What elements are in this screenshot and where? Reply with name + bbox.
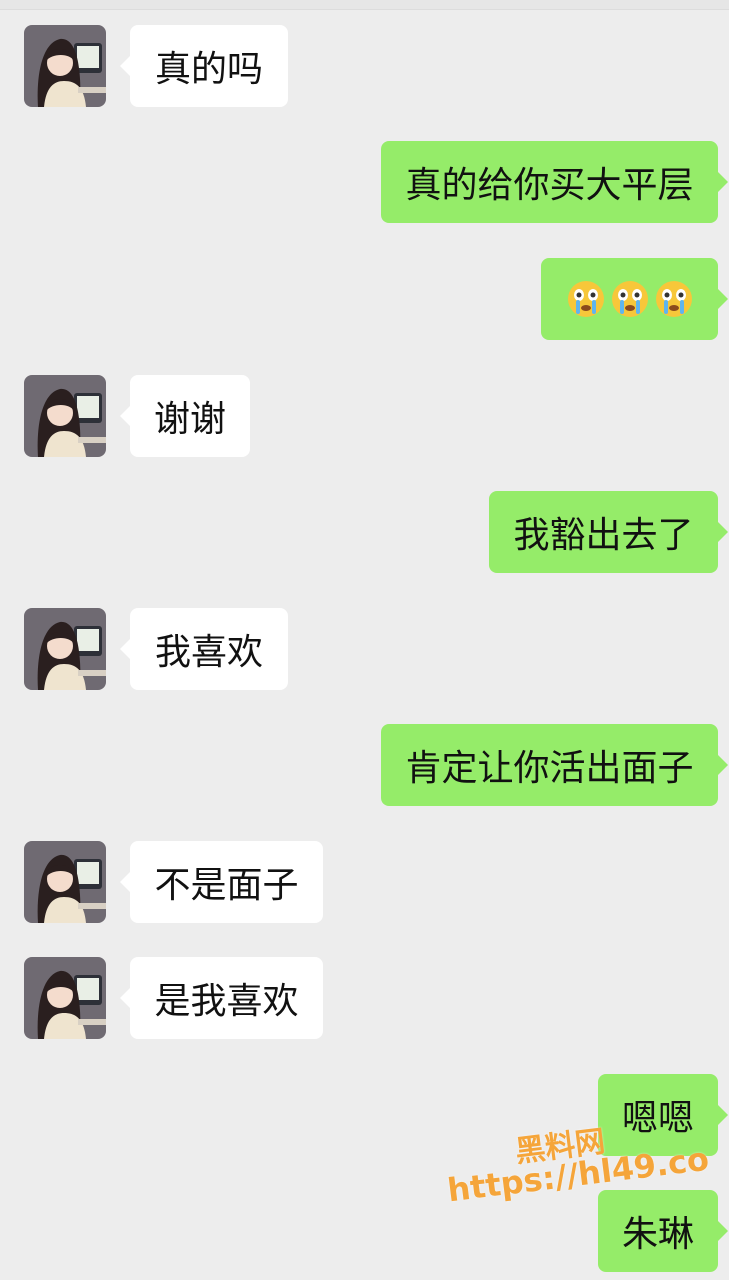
sent-message-bubble[interactable]: 嗯嗯 — [598, 1074, 728, 1156]
received-message-bubble[interactable]: 我喜欢 — [120, 608, 288, 690]
message-text: 不是面子 — [154, 865, 299, 906]
message-text: 嗯嗯 — [621, 1098, 694, 1139]
message-text: 我豁出去了 — [513, 515, 694, 556]
sent-message-bubble[interactable]: 真的给你买大平层 — [381, 141, 728, 223]
sent-message-bubble[interactable]: 朱琳 — [598, 1190, 728, 1272]
sent-message-bubble[interactable]: 肯定让你活出面子 — [381, 724, 728, 806]
message-text: 我喜欢 — [154, 632, 263, 673]
message-row: 不是面子 — [0, 841, 729, 924]
message-row: 是我喜欢 — [0, 957, 729, 1040]
message-text: 谢谢 — [153, 399, 226, 440]
crying-emoji-icon — [611, 281, 648, 317]
contact-avatar[interactable] — [24, 375, 106, 457]
contact-avatar[interactable] — [24, 841, 106, 923]
message-text: 真的给你买大平层 — [405, 165, 694, 206]
received-message-bubble[interactable]: 是我喜欢 — [120, 957, 323, 1039]
message-row: 我喜欢 — [0, 608, 729, 691]
message-text: 朱琳 — [621, 1214, 694, 1255]
message-row — [0, 258, 729, 341]
message-row: 肯定让你活出面子 — [0, 724, 729, 807]
message-text: 肯定让你活出面子 — [405, 748, 694, 789]
received-message-bubble[interactable]: 真的吗 — [120, 25, 288, 107]
received-message-bubble[interactable]: 不是面子 — [120, 841, 323, 923]
message-row: 我豁出去了 — [0, 491, 729, 574]
message-row: 真的吗 — [0, 25, 729, 108]
message-row: 真的给你买大平层 — [0, 141, 729, 224]
sent-message-bubble[interactable] — [541, 258, 728, 340]
chat-message-list[interactable]: 真的吗 真的给你买大平层 谢谢 我豁出去了 我喜欢 肯定让你活出面子 不是面子 … — [0, 0, 729, 1280]
message-text: 真的吗 — [154, 49, 263, 90]
message-row: 嗯嗯 — [0, 1074, 729, 1157]
contact-avatar[interactable] — [24, 25, 106, 107]
sent-message-bubble[interactable]: 我豁出去了 — [489, 491, 728, 573]
crying-emoji-icon — [655, 281, 692, 317]
message-text: 是我喜欢 — [154, 981, 299, 1022]
received-message-bubble[interactable]: 谢谢 — [120, 375, 250, 457]
message-row: 朱琳 — [0, 1190, 729, 1273]
contact-avatar[interactable] — [24, 957, 106, 1039]
contact-avatar[interactable] — [24, 608, 106, 690]
message-row: 谢谢 — [0, 375, 729, 458]
crying-emoji-icon — [567, 281, 604, 317]
